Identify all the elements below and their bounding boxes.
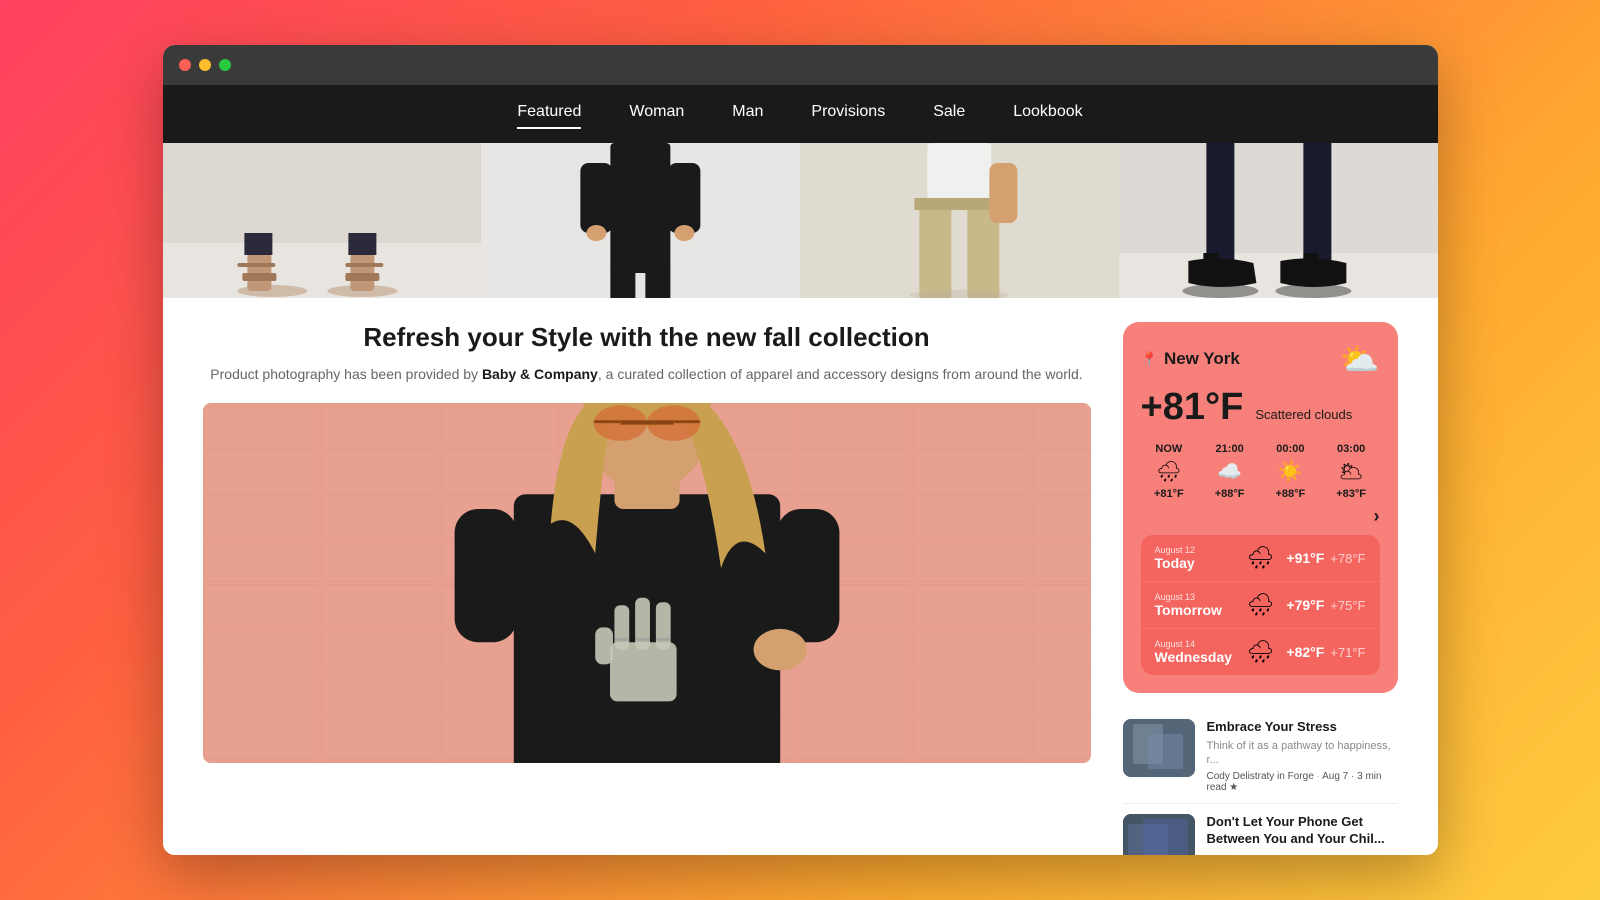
hour-label-2: 00:00: [1262, 443, 1319, 455]
weather-hourly: NOW 🌧 +81°F 21:00 ☁️ +88°F 00:00 ☀️ +88°…: [1141, 443, 1380, 500]
hour-temp-2: +88°F: [1262, 488, 1319, 500]
forecast-low-1: +75°F: [1330, 598, 1365, 613]
blog-info-0: Embrace Your Stress Think of it as a pat…: [1207, 719, 1398, 793]
forecast-row-0: August 12 Today 🌧 +91°F +78°F: [1141, 535, 1380, 582]
location-pin-icon: 📍: [1141, 351, 1158, 368]
hero-images-strip: [163, 143, 1438, 298]
content-area: Refresh your Style with the new fall col…: [163, 298, 1438, 855]
nav-item-man[interactable]: Man: [732, 103, 763, 125]
forecast-icon-1: 🌧: [1246, 592, 1274, 618]
blog-post-0: Embrace Your Stress Think of it as a pat…: [1123, 709, 1398, 804]
weather-hour-1: 21:00 ☁️ +88°F: [1201, 443, 1258, 500]
nav-item-woman[interactable]: Woman: [629, 103, 684, 125]
forecast-date-0: August 12 Today: [1155, 545, 1247, 571]
hero-image-1: [163, 143, 482, 298]
browser-window: Featured Woman Man Provisions Sale Lookb…: [163, 45, 1438, 855]
weather-forecast: August 12 Today 🌧 +91°F +78°F August 13 …: [1141, 535, 1380, 675]
forecast-day-1: Tomorrow: [1155, 602, 1247, 618]
hero-image-2: [481, 143, 800, 298]
forecast-temps-0: +91°F +78°F: [1286, 550, 1365, 566]
blog-title-0: Embrace Your Stress: [1207, 719, 1398, 736]
forecast-date-label-2: August 14: [1155, 639, 1247, 649]
minimize-dot[interactable]: [199, 59, 211, 71]
hour-temp-1: +88°F: [1201, 488, 1258, 500]
forecast-date-2: August 14 Wednesday: [1155, 639, 1247, 665]
sidebar: 📍 New York ⛅ +81°F Scattered clouds NOW …: [1123, 322, 1398, 831]
hour-temp-3: +83°F: [1336, 488, 1366, 500]
hour-label-0: NOW: [1141, 443, 1198, 455]
hour-icon-3: 🌥: [1338, 459, 1363, 484]
weather-city: New York: [1164, 349, 1240, 369]
forecast-date-1: August 13 Tomorrow: [1155, 592, 1247, 618]
hour-label-1: 21:00: [1201, 443, 1258, 455]
nav-item-lookbook[interactable]: Lookbook: [1013, 103, 1082, 125]
forecast-icon-2: 🌧: [1246, 639, 1274, 665]
weather-main-icon: ⛅: [1340, 340, 1380, 378]
forecast-temps-1: +79°F +75°F: [1286, 597, 1365, 613]
forecast-high-2: +82°F: [1286, 644, 1324, 660]
hourly-next-arrow[interactable]: ›: [1374, 506, 1380, 527]
hour-icon-2: ☀️: [1262, 459, 1319, 484]
forecast-high-1: +79°F: [1286, 597, 1324, 613]
weather-hour-0: NOW 🌧 +81°F: [1141, 443, 1198, 500]
main-content: Refresh your Style with the new fall col…: [203, 322, 1091, 831]
hero-image-3: [800, 143, 1119, 298]
weather-description: Scattered clouds: [1255, 407, 1352, 422]
weather-location: 📍 New York ⛅: [1141, 340, 1380, 378]
forecast-day-2: Wednesday: [1155, 649, 1247, 665]
forecast-date-label-1: August 13: [1155, 592, 1247, 602]
forecast-low-2: +71°F: [1330, 645, 1365, 660]
weather-hour-3: 03:00 🌥 +83°F: [1323, 443, 1380, 500]
nav-item-provisions[interactable]: Provisions: [811, 103, 885, 125]
hero-image-4: [1119, 143, 1438, 298]
blog-meta-0: Cody Delistraty in Forge · Aug 7 · 3 min…: [1207, 771, 1398, 793]
section-subtitle: Product photography has been provided by…: [203, 363, 1091, 385]
site-nav: Featured Woman Man Provisions Sale Lookb…: [163, 85, 1438, 143]
close-dot[interactable]: [179, 59, 191, 71]
featured-image: [203, 403, 1091, 763]
blog-title-1: Don't Let Your Phone Get Between You and…: [1207, 814, 1398, 848]
hour-icon-1: ☁️: [1201, 459, 1258, 484]
weather-temperature: +81°F: [1141, 386, 1244, 429]
forecast-date-label-0: August 12: [1155, 545, 1247, 555]
blog-excerpt-0: Think of it as a pathway to happiness, r…: [1207, 739, 1398, 768]
browser-chrome: [163, 45, 1438, 85]
weather-hour-2: 00:00 ☀️ +88°F: [1262, 443, 1319, 500]
weather-widget: 📍 New York ⛅ +81°F Scattered clouds NOW …: [1123, 322, 1398, 693]
forecast-day-0: Today: [1155, 555, 1247, 571]
forecast-row-1: August 13 Tomorrow 🌧 +79°F +75°F: [1141, 582, 1380, 629]
forecast-row-2: August 14 Wednesday 🌧 +82°F +71°F: [1141, 629, 1380, 675]
section-title: Refresh your Style with the new fall col…: [203, 322, 1091, 353]
blog-post-1: Don't Let Your Phone Get Between You and…: [1123, 804, 1398, 855]
forecast-high-0: +91°F: [1286, 550, 1324, 566]
blog-info-1: Don't Let Your Phone Get Between You and…: [1207, 814, 1398, 855]
forecast-low-0: +78°F: [1330, 551, 1365, 566]
weather-temp-row: +81°F Scattered clouds: [1141, 386, 1380, 429]
blog-thumbnail-1: [1123, 814, 1195, 855]
hour-label-3: 03:00: [1337, 443, 1365, 455]
nav-item-sale[interactable]: Sale: [933, 103, 965, 125]
brand-name: Baby & Company: [482, 366, 598, 382]
forecast-icon-0: 🌧: [1246, 545, 1274, 571]
maximize-dot[interactable]: [219, 59, 231, 71]
hour-temp-0: +81°F: [1141, 488, 1198, 500]
forecast-temps-2: +82°F +71°F: [1286, 644, 1365, 660]
hour-icon-0: 🌧: [1141, 459, 1198, 484]
blog-thumbnail-0: [1123, 719, 1195, 777]
nav-item-featured[interactable]: Featured: [517, 103, 581, 125]
